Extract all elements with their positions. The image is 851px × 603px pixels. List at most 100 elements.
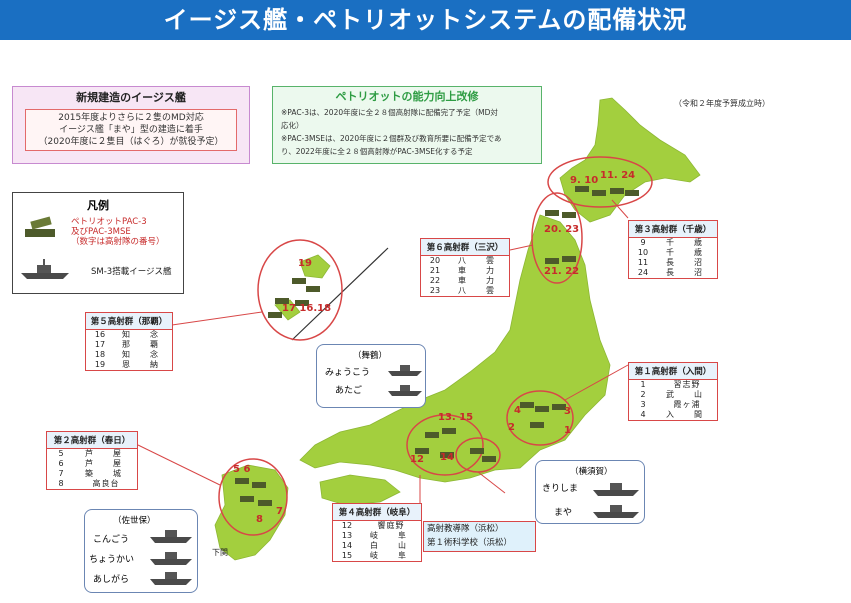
base-maizuru-title: （舞鶴） <box>353 351 388 361</box>
unit-number: 13 <box>341 531 353 540</box>
unit-marker: 5 6 <box>233 464 251 475</box>
unit-marker: 7 <box>276 506 283 517</box>
unit-location: 霞ヶ浦 <box>673 400 701 409</box>
unit-marker: 19 <box>298 258 312 269</box>
group-3-title: 第３高射群（千歳） <box>629 221 717 238</box>
group-5-title: 第５高射群（那覇） <box>86 313 172 330</box>
unit-location: 車 力 <box>458 276 500 285</box>
hq-line: 第１術科学校（浜松） <box>427 538 513 548</box>
unit-number: 7 <box>58 469 64 478</box>
ship-name: きりしま <box>542 484 579 494</box>
group-6-title: 第６高射群（三沢） <box>421 239 509 256</box>
aegis-ship-icon <box>593 505 639 518</box>
unit-location: 千 歳 <box>666 248 708 257</box>
base-maizuru: （舞鶴） みょうこう あたご <box>316 344 426 408</box>
aegis-ship-icon <box>150 572 192 585</box>
base-sasebo-title: （佐世保） <box>113 516 156 526</box>
group-6-table: 第６高射群（三沢） 20 八 雲 21 車 力 22 車 力 23 八 雲 <box>420 238 510 297</box>
base-yokosuka-title: （横須賀） <box>570 467 613 477</box>
group-1-table: 第１高射群（入間） 1 習志野 2 武 山 3 霞ヶ浦 4 入 間 <box>628 362 718 421</box>
unit-number: 19 <box>94 360 106 369</box>
ship-name: まや <box>554 508 573 518</box>
legend-patriot-label: ペトリオットPAC-3 <box>71 217 147 227</box>
patriot-upgrade-box: ペトリオットの能力向上改修 ※PAC-3は、2020年度に全２８個高射隊に配備完… <box>272 86 542 164</box>
new-aegis-line: 2015年度よりさらに２隻のMD対応 <box>58 113 204 123</box>
base-yokosuka: （横須賀） きりしま まや <box>535 460 645 524</box>
unit-number: 21 <box>429 266 441 275</box>
unit-number: 9 <box>640 238 646 247</box>
group-3-table: 第３高射群（千歳） 9 千 歳 10 千 歳 11 長 沼 24 長 沼 <box>628 220 718 279</box>
unit-location: 知 念 <box>122 350 164 359</box>
aegis-ship-icon <box>388 365 422 376</box>
aegis-ship-icon <box>593 483 639 496</box>
unit-location: 八 雲 <box>458 256 500 265</box>
unit-number: 1 <box>640 380 646 389</box>
new-aegis-line: （2020年度に２隻目（はぐろ）が就役予定） <box>38 137 224 147</box>
patriot-upgrade-line: ※PAC-3は、2020年度に全２８個高射隊に配備完了予定（MD対 <box>281 108 498 117</box>
group-2-title: 第２高射群（春日） <box>47 432 137 449</box>
unit-location: 八 雲 <box>458 286 500 295</box>
unit-number: 22 <box>429 276 441 285</box>
legend-box: 凡例 ペトリオットPAC-3 及びPAC-3MSE （数字は高射隊の番号） SM… <box>12 192 184 294</box>
unit-location: 習志野 <box>673 380 701 389</box>
unit-marker: 13. 15 <box>438 412 474 423</box>
patriot-upgrade-line: ※PAC-3MSEは、2020年度に２個群及び教育所要に配備予定であ <box>281 134 502 143</box>
ship-name: あたご <box>335 386 363 396</box>
ship-name: みょうこう <box>325 368 371 378</box>
unit-location: 武 山 <box>666 390 708 399</box>
unit-location: 知 念 <box>122 330 164 339</box>
group-5-table: 第５高射群（那覇） 16 知 念 17 那 覇 18 知 念 19 恩 納 <box>85 312 173 371</box>
unit-location: 車 力 <box>458 266 500 275</box>
patriot-upgrade-line: り、2022年度に全２８個高射隊がPAC-3MSE化する予定 <box>281 147 473 156</box>
unit-marker: 8 <box>256 514 263 525</box>
unit-marker: 1 <box>564 425 571 436</box>
unit-number: 15 <box>341 551 353 560</box>
legend-patriot-label: 及びPAC-3MSE <box>71 227 131 237</box>
unit-location: 恩 納 <box>122 360 164 369</box>
unit-number: 23 <box>429 286 441 295</box>
hq-line: 高射教導隊（浜松） <box>427 524 504 534</box>
legend-title: 凡例 <box>87 199 109 212</box>
budget-note: （令和２年度予算成立時） <box>674 99 770 108</box>
aegis-ship-icon <box>21 259 69 279</box>
unit-location: 千 歳 <box>666 238 708 247</box>
unit-number: 3 <box>640 400 646 409</box>
unit-number: 14 <box>341 541 353 550</box>
new-aegis-box: 新規建造のイージス艦 2015年度よりさらに２隻のMD対応 イージス艦「まや」型… <box>12 86 250 164</box>
unit-number: 12 <box>341 521 353 530</box>
aegis-ship-icon <box>388 385 422 396</box>
patriot-launcher-icon <box>25 216 55 237</box>
unit-marker: 14 <box>440 452 454 463</box>
ship-name: あしがら <box>93 575 130 585</box>
unit-number: 2 <box>640 390 646 399</box>
unit-location: 岐 阜 <box>370 551 412 560</box>
aegis-ship-icon <box>150 552 192 565</box>
unit-location: 白 山 <box>370 541 412 550</box>
unit-location: 長 沼 <box>666 258 708 267</box>
unit-marker: 12 <box>410 454 424 465</box>
unit-location: 岐 阜 <box>370 531 412 540</box>
unit-number: 10 <box>637 248 649 257</box>
legend-aegis-label: SM-3搭載イージス艦 <box>91 267 172 277</box>
aegis-ship-icon <box>150 530 192 543</box>
shimonoseki-label: 下関 <box>212 548 228 557</box>
new-aegis-line: イージス艦「まや」型の建造に着手 <box>59 125 203 135</box>
unit-location: 築 城 <box>85 469 127 478</box>
unit-number: 8 <box>58 479 64 488</box>
unit-marker: 20. 23 <box>544 224 580 235</box>
unit-location: 芦 屋 <box>85 449 127 458</box>
unit-marker: 2 <box>508 422 515 433</box>
unit-location: 長 沼 <box>666 268 708 277</box>
patriot-upgrade-title: ペトリオットの能力向上改修 <box>335 90 479 103</box>
base-sasebo: （佐世保） こんごう ちょうかい あしがら <box>84 509 198 593</box>
unit-number: 4 <box>640 410 646 419</box>
unit-marker: 21. 22 <box>544 266 580 277</box>
ship-name: こんごう <box>93 535 130 545</box>
page-title: イージス艦・ペトリオットシステムの配備状況 <box>0 0 851 40</box>
unit-number: 11 <box>637 258 649 267</box>
group-2-table: 第２高射群（春日） 5 芦 屋 6 芦 屋 7 築 城 8 高良台 <box>46 431 138 490</box>
unit-marker: 3 <box>564 406 571 417</box>
unit-number: 20 <box>429 256 441 265</box>
unit-location: 饗庭野 <box>377 521 405 530</box>
training-hq-box: 高射教導隊（浜松） 第１術科学校（浜松） <box>423 521 536 552</box>
